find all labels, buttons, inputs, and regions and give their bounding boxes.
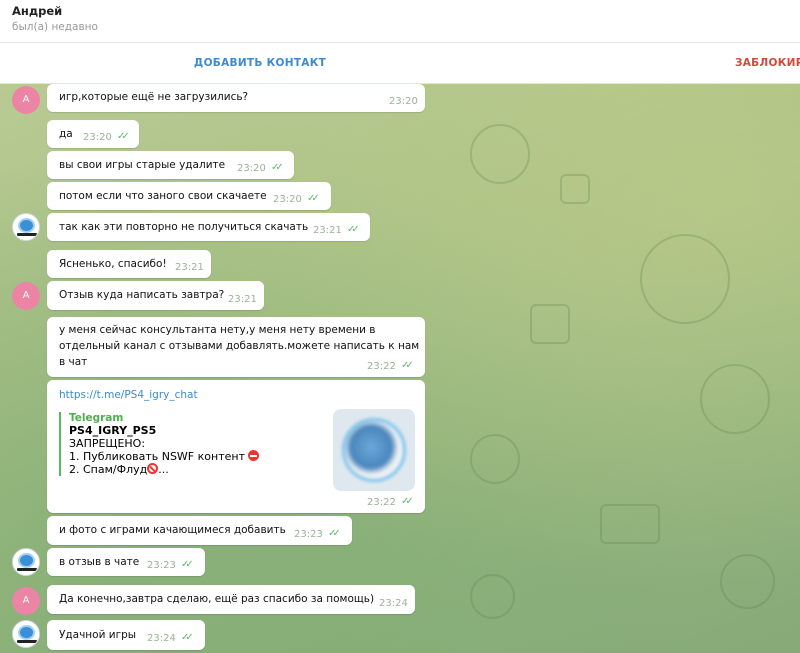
message-text: потом если что заного свои скачаете bbox=[59, 190, 267, 202]
avatar[interactable]: А bbox=[12, 282, 40, 310]
message-bubble[interactable]: потом если что заного свои скачаете 23:2… bbox=[47, 182, 331, 210]
message-text-line: в чат bbox=[59, 356, 88, 368]
background-doodle bbox=[530, 304, 570, 344]
add-contact-button[interactable]: ДОБАВИТЬ КОНТАКТ bbox=[0, 57, 520, 69]
message-time: 23:20 bbox=[389, 96, 418, 107]
message-text: вы свои игры старые удалите bbox=[59, 159, 226, 171]
message-text: да bbox=[59, 128, 73, 140]
message-time: 23:24 bbox=[147, 633, 176, 644]
preview-line: ЗАПРЕЩЕНО: bbox=[69, 437, 146, 450]
message-time: 23:21 bbox=[313, 225, 342, 236]
message-text: и фото с играми качающимеся добавить bbox=[59, 524, 286, 536]
message-text-line: у меня сейчас консультанта нету,у меня н… bbox=[59, 324, 376, 336]
double-check-icon: ✓✓ bbox=[117, 131, 130, 142]
background-doodle bbox=[720, 554, 775, 609]
double-check-icon: ✓✓ bbox=[401, 360, 414, 371]
preview-site-name: Telegram bbox=[69, 412, 124, 424]
message-link[interactable]: https://t.me/PS4_igry_chat bbox=[59, 388, 198, 402]
background-doodle bbox=[600, 504, 660, 544]
background-doodle bbox=[470, 124, 530, 184]
message-bubble[interactable]: Удачной игры 23:24 ✓✓ bbox=[47, 620, 205, 650]
contact-name[interactable]: Андрей bbox=[12, 4, 62, 18]
stop-sign-icon bbox=[248, 450, 260, 461]
message-time: 23:23 bbox=[294, 529, 323, 540]
channel-logo-icon[interactable] bbox=[12, 213, 40, 241]
message-bubble[interactable]: игр,которые ещё не загрузились? 23:20 bbox=[47, 84, 425, 112]
background-doodle bbox=[560, 174, 590, 204]
message-time: 23:24 bbox=[379, 598, 408, 609]
block-button[interactable]: ЗАБЛОКИРО bbox=[735, 57, 800, 69]
double-check-icon: ✓✓ bbox=[347, 224, 360, 235]
double-check-icon: ✓✓ bbox=[401, 496, 414, 507]
message-time: 23:20 bbox=[83, 132, 112, 143]
action-bar: ДОБАВИТЬ КОНТАКТ ЗАБЛОКИРО bbox=[0, 43, 800, 84]
message-bubble[interactable]: Ясненько, спасибо! 23:21 bbox=[47, 250, 211, 278]
message-bubble[interactable]: вы свои игры старые удалите 23:20 ✓✓ bbox=[47, 151, 294, 179]
message-time: 23:20 bbox=[237, 163, 266, 174]
double-check-icon: ✓✓ bbox=[271, 162, 284, 173]
background-doodle bbox=[640, 234, 730, 324]
message-text: Ясненько, спасибо! bbox=[59, 258, 167, 270]
message-text-line: отдельный канал с отзывами добавлять.мож… bbox=[59, 340, 420, 352]
message-text: в отзыв в чате bbox=[59, 556, 140, 568]
double-check-icon: ✓✓ bbox=[181, 559, 194, 570]
message-time: 23:22 bbox=[367, 497, 396, 508]
message-time: 23:21 bbox=[175, 262, 204, 273]
message-bubble[interactable]: в отзыв в чате 23:23 ✓✓ bbox=[47, 548, 205, 576]
message-text: Отзыв куда написать завтра? bbox=[59, 289, 225, 301]
message-bubble[interactable]: да 23:20 ✓✓ bbox=[47, 120, 139, 148]
no-entry-icon bbox=[147, 463, 159, 474]
message-text: игр,которые ещё не загрузились? bbox=[59, 91, 249, 103]
message-text: Да конечно,завтра сделаю, ещё раз спасиб… bbox=[59, 593, 375, 605]
double-check-icon: ✓✓ bbox=[328, 528, 341, 539]
message-time: 23:22 bbox=[367, 361, 396, 372]
preview-line: 1. Публиковать NSWF контент bbox=[69, 450, 245, 463]
avatar[interactable]: А bbox=[12, 86, 40, 114]
message-text: Удачной игры bbox=[59, 629, 137, 641]
channel-logo-icon[interactable] bbox=[12, 620, 40, 648]
message-bubble[interactable]: и фото с играми качающимеся добавить 23:… bbox=[47, 516, 352, 545]
avatar[interactable]: А bbox=[12, 587, 40, 615]
message-time: 23:21 bbox=[228, 294, 257, 305]
chat-header: Андрей был(а) недавно bbox=[0, 0, 800, 43]
double-check-icon: ✓✓ bbox=[181, 632, 194, 643]
preview-thumbnail[interactable] bbox=[333, 409, 415, 491]
link-preview[interactable]: Telegram PS4_IGRY_PS5 ЗАПРЕЩЕНО: 1. Публ… bbox=[59, 412, 329, 476]
background-doodle bbox=[470, 574, 515, 619]
message-bubble[interactable]: Да конечно,завтра сделаю, ещё раз спасиб… bbox=[47, 585, 415, 614]
double-check-icon: ✓✓ bbox=[307, 193, 320, 204]
message-text: так как эти повторно не получиться скача… bbox=[59, 221, 309, 233]
message-time: 23:23 bbox=[147, 560, 176, 571]
message-bubble[interactable]: Отзыв куда написать завтра? 23:21 bbox=[47, 281, 264, 310]
channel-logo-icon[interactable] bbox=[12, 548, 40, 576]
preview-line: 2. Спам/Флуд bbox=[69, 463, 148, 476]
contact-status: был(а) недавно bbox=[12, 21, 98, 33]
background-doodle bbox=[700, 364, 770, 434]
message-bubble[interactable]: у меня сейчас консультанта нету,у меня н… bbox=[47, 317, 425, 377]
preview-title: PS4_IGRY_PS5 bbox=[69, 424, 157, 437]
background-doodle bbox=[470, 434, 520, 484]
message-bubble[interactable]: так как эти повторно не получиться скача… bbox=[47, 213, 370, 241]
message-time: 23:20 bbox=[273, 194, 302, 205]
preview-ellipsis: ... bbox=[158, 463, 169, 476]
